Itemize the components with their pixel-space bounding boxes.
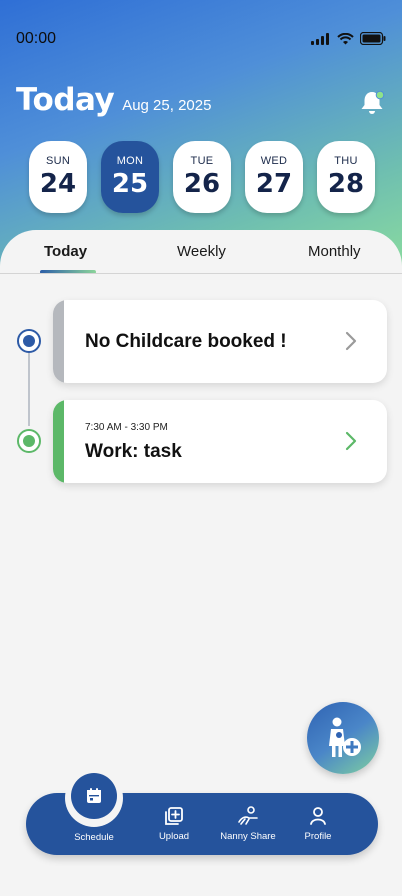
tab-divider [0,273,402,274]
day-number: 26 [183,169,221,199]
profile-icon [310,807,326,825]
day-number: 27 [255,169,293,199]
nav-profile[interactable]: Profile [300,806,336,842]
card-accent-stripe [53,400,64,483]
nanny-share-icon [238,806,258,825]
day-sun[interactable]: SUN 24 [29,141,87,213]
day-thu[interactable]: THU 28 [317,141,375,213]
nav-schedule-button[interactable] [71,773,117,819]
current-date: Aug 25, 2025 [122,97,212,114]
card-accent-stripe [53,300,64,383]
status-icons [311,32,386,45]
upload-plus-icon [165,807,183,825]
day-wed[interactable]: WED 27 [245,141,303,213]
day-name: WED [260,155,288,167]
notifications-button[interactable] [359,90,385,116]
add-childcare-button[interactable] [307,702,379,774]
nanny-add-icon [329,717,361,757]
wifi-icon [337,32,354,44]
status-time: 00:00 [16,30,57,47]
signal-icon [311,32,329,45]
day-name: SUN [45,155,71,167]
timeline-dot [17,329,41,353]
card-title: Work: task [85,441,182,462]
view-tabs: Today Weekly Monthly [0,230,402,274]
battery-icon [360,32,386,45]
header-title-row: Today Aug 25, 2025 [16,82,211,118]
timeline-dot [17,429,41,453]
timeline-connector [28,352,30,426]
tab-monthly[interactable]: Monthly [308,243,361,260]
card-title: No Childcare booked ! [85,331,287,352]
nav-label-upload: Upload [158,831,190,842]
day-number: 25 [111,169,149,199]
day-name: MON [116,155,144,167]
day-name: THU [334,155,358,167]
nav-label-nanny-share: Nanny Share [220,831,276,842]
nav-upload[interactable]: Upload [156,806,192,842]
day-number: 24 [39,169,77,199]
day-number: 28 [327,169,365,199]
calendar-icon [87,788,101,803]
bell-icon [361,90,385,114]
day-tue[interactable]: TUE 26 [173,141,231,213]
day-name: TUE [190,155,214,167]
chevron-right-icon [345,431,357,451]
schedule-card-no-childcare[interactable]: No Childcare booked ! [53,300,387,383]
nav-label-schedule[interactable]: Schedule [60,832,128,843]
nav-nanny-share[interactable]: Nanny Share [218,806,278,842]
schedule-card-work[interactable]: 7:30 AM - 3:30 PM Work: task [53,400,387,483]
card-time: 7:30 AM - 3:30 PM [85,422,168,433]
tab-weekly[interactable]: Weekly [177,243,226,260]
status-bar: 00:00 [0,0,402,80]
day-mon[interactable]: MON 25 [101,141,159,213]
nav-label-profile: Profile [304,831,332,842]
tab-today[interactable]: Today [44,243,87,260]
chevron-right-icon [345,331,357,351]
day-selector: SUN 24 MON 25 TUE 26 WED 27 THU 28 [29,141,375,213]
page-title: Today [16,82,115,118]
